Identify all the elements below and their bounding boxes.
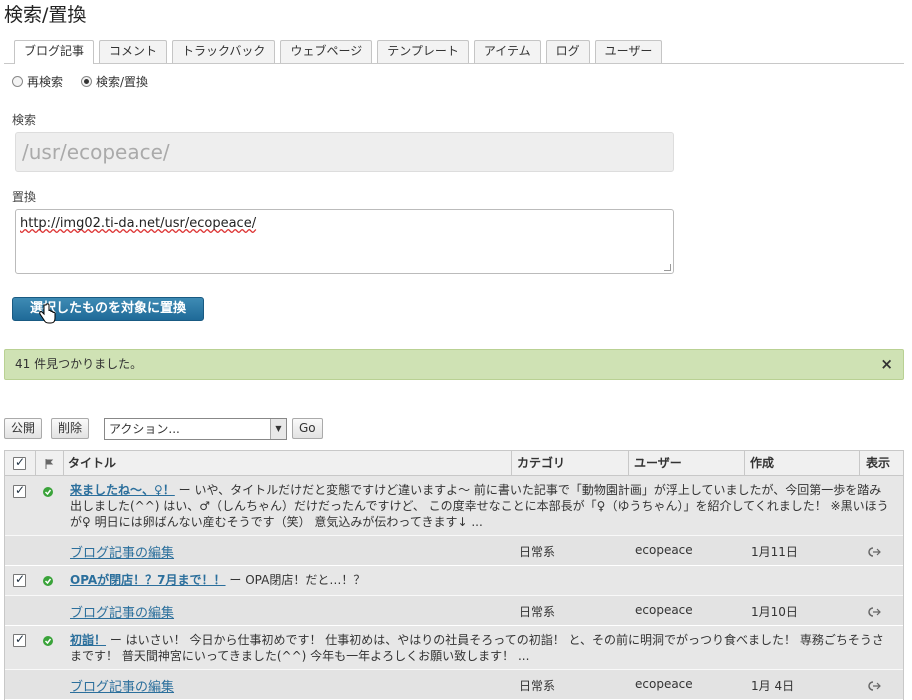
row-checkbox[interactable] (13, 572, 26, 587)
replace-value: http://img02.ti-da.net/usr/ecopeace/ (20, 216, 257, 231)
research-radio-label: 再検索 (27, 75, 64, 89)
notice-text: 41 件見つかりました。 (15, 357, 143, 371)
column-title[interactable]: タイトル (68, 451, 116, 476)
page-title: 検索/置換 (4, 4, 87, 26)
entry-created: 1月11日 (751, 545, 798, 559)
radio-checked-icon[interactable] (81, 76, 93, 87)
column-user[interactable]: ユーザー (634, 451, 682, 476)
published-check-icon (43, 487, 53, 497)
replace-radio-label: 検索/置換 (96, 75, 149, 89)
tab-items[interactable]: アイテム (473, 40, 541, 63)
tab-templates[interactable]: テンプレート (377, 40, 469, 63)
result-notice: 41 件見つかりました。 × (4, 349, 904, 380)
search-label: 検索 (12, 113, 37, 127)
entry-created: 1月 4日 (751, 679, 795, 693)
column-divider (63, 451, 64, 476)
entry-title-link[interactable]: 来ましたね～、♀！ (70, 483, 175, 497)
replace-radio[interactable]: 検索/置換 (81, 73, 148, 90)
entry-excerpt: ー いや、タイトルだけだと変態ですけど違いますよ～ 前に書いた記事で「動物園計画… (70, 483, 889, 529)
action-select-value: アクション... (109, 422, 180, 436)
go-button[interactable]: Go (292, 418, 323, 439)
entry-summary: OPAが閉店！？7月まで！！ ー OPA閉店！だと…！？ (70, 572, 893, 588)
edit-entry-link[interactable]: ブログ記事の編集 (70, 542, 174, 561)
edit-entry-link[interactable]: ブログ記事の編集 (70, 676, 174, 695)
tab-blog-entries[interactable]: ブログ記事 (14, 40, 95, 64)
column-created[interactable]: 作成 (750, 451, 774, 476)
resize-grip-icon[interactable] (664, 264, 671, 271)
external-view-icon[interactable] (867, 606, 881, 618)
column-view: 表示 (866, 456, 891, 470)
tab-web-pages[interactable]: ウェブページ (280, 40, 373, 63)
search-input[interactable]: /usr/ecopeace/ (15, 132, 674, 172)
replace-label: 置換 (12, 190, 37, 204)
chevron-down-icon[interactable]: ▼ (270, 419, 286, 439)
published-check-icon (43, 576, 53, 586)
table-row: 初詣！ ー はいさい！ 今日から仕事初めです！ 仕事初めは、やはりの社員そろって… (5, 626, 903, 670)
replace-textarea[interactable]: http://img02.ti-da.net/usr/ecopeace/ (15, 209, 674, 274)
published-check-icon (43, 636, 53, 646)
table-row: 来ましたね～、♀！ ー いや、タイトルだけだと変態ですけど違いますよ～ 前に書い… (5, 476, 903, 536)
select-all-checkbox[interactable] (13, 455, 26, 470)
row-checkbox[interactable] (13, 483, 26, 498)
entry-user: ecopeace (635, 603, 693, 617)
entry-category: 日常系 (519, 545, 556, 559)
external-view-icon[interactable] (867, 546, 881, 558)
row-checkbox[interactable] (13, 632, 26, 647)
tab-log[interactable]: ログ (545, 40, 590, 63)
entry-title-link[interactable]: OPAが閉店！？7月まで！！ (70, 573, 226, 587)
action-select[interactable]: アクション... ▼ (104, 418, 287, 440)
tab-users[interactable]: ユーザー (594, 40, 663, 63)
table-header: タイトル カテゴリ ユーザー 作成 表示 (5, 451, 903, 476)
entry-excerpt: ー はいさい！ 今日から仕事初めです！ 仕事初めは、やはりの社員そろっての初詣！… (70, 633, 884, 663)
close-icon[interactable]: × (880, 350, 893, 379)
entry-created: 1月10日 (751, 605, 798, 619)
table-row: ブログ記事の編集 日常系 ecopeace 1月11日 (5, 536, 903, 566)
entries-table: タイトル カテゴリ ユーザー 作成 表示 来ましたね～、♀！ ー いや、タイトル… (4, 450, 904, 700)
research-radio[interactable]: 再検索 (12, 73, 63, 90)
column-divider (744, 451, 745, 476)
entry-category: 日常系 (519, 679, 556, 693)
entry-summary: 初詣！ ー はいさい！ 今日から仕事初めです！ 仕事初めは、やはりの社員そろって… (70, 632, 893, 664)
tab-trackbacks[interactable]: トラックバック (172, 40, 276, 63)
tab-comments[interactable]: コメント (99, 40, 168, 63)
flag-icon (45, 459, 54, 469)
entry-category: 日常系 (519, 605, 556, 619)
mode-radio-group: 再検索 検索/置換 (12, 73, 148, 90)
column-divider (859, 451, 860, 476)
column-category[interactable]: カテゴリ (517, 451, 565, 476)
delete-button[interactable]: 削除 (51, 418, 90, 439)
entry-title-link[interactable]: 初詣！ (70, 633, 106, 647)
column-divider (35, 451, 36, 476)
radio-unchecked-icon[interactable] (12, 76, 23, 87)
table-row: OPAが閉店！？7月まで！！ ー OPA閉店！だと…！？ (5, 566, 903, 596)
column-divider (628, 451, 629, 476)
tab-bar: ブログ記事 コメント トラックバック ウェブページ テンプレート アイテム ログ… (14, 40, 663, 64)
entry-summary: 来ましたね～、♀！ ー いや、タイトルだけだと変態ですけど違いますよ～ 前に書い… (70, 482, 893, 530)
external-view-icon[interactable] (867, 680, 881, 692)
publish-button[interactable]: 公開 (4, 418, 43, 439)
hand-cursor-icon (39, 303, 56, 324)
entry-user: ecopeace (635, 543, 693, 557)
edit-entry-link[interactable]: ブログ記事の編集 (70, 602, 174, 621)
table-row: ブログ記事の編集 日常系 ecopeace 1月10日 (5, 596, 903, 626)
column-divider (511, 451, 512, 476)
table-row: ブログ記事の編集 日常系 ecopeace 1月 4日 (5, 670, 903, 700)
entry-user: ecopeace (635, 677, 693, 691)
entry-excerpt: ー OPA閉店！だと…！？ (229, 573, 366, 587)
